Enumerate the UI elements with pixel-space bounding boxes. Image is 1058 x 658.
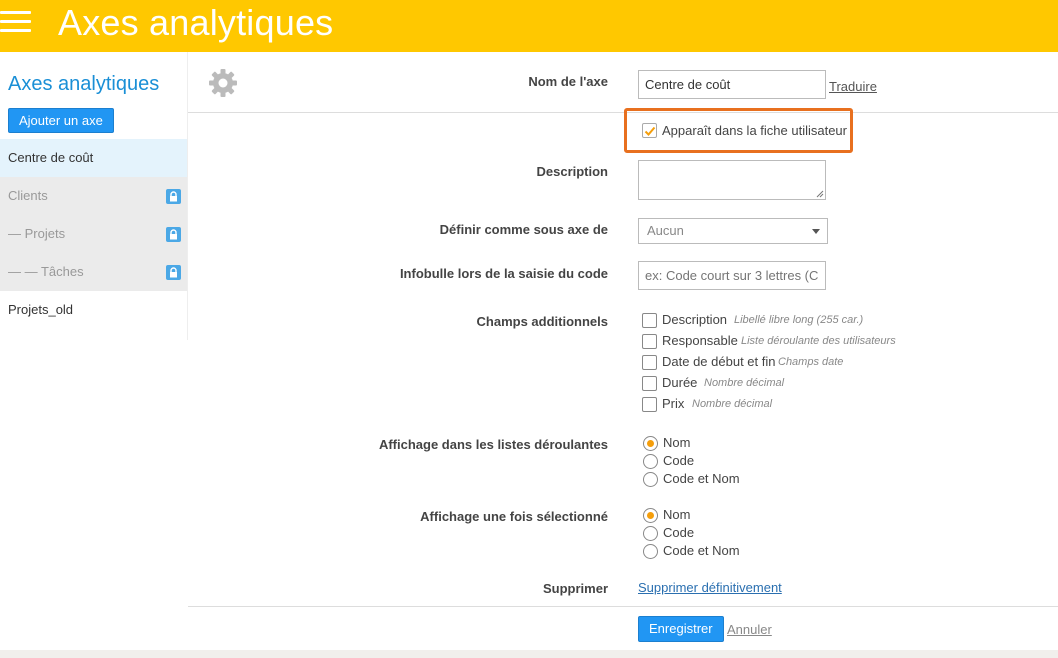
translate-link[interactable]: Traduire [829,79,877,94]
extra-field-hint: Nombre décimal [692,398,773,410]
axis-name-input[interactable]: Centre de coût [638,70,826,99]
extra-field-hint: Libellé libre long (255 car.) [734,314,864,326]
radio-label: Code et Nom [663,471,740,486]
extra-field-label: Date de début et fin [662,354,776,369]
extra-fields-label: Champs additionnels [476,314,608,329]
chevron-down-icon [812,229,820,234]
footer-divider [188,606,1058,607]
extra-field-label: Description [662,312,728,327]
bottom-strip [0,650,1058,658]
sidebar: Axes analytiques Ajouter un axe Centre d… [0,52,188,340]
axis-name-label: Nom de l'axe [528,74,608,89]
extra-field-hint: Liste déroulante des utilisateurs [741,335,896,347]
axis-item-label: — Projets [8,226,66,241]
dropdown-display-label: Affichage dans les listes déroulantes [378,437,608,452]
axis-list: Centre de coût Clients — Projets — — Tâc… [0,139,187,329]
lock-icon [166,227,181,242]
extra-field-label: Durée [662,375,698,390]
add-axis-button[interactable]: Ajouter un axe [8,108,114,133]
app-title: Axes analytiques [58,2,334,43]
extra-field-prix-checkbox[interactable] [642,397,657,412]
axis-item-label: — — Tâches [8,264,84,279]
resize-grip-icon[interactable] [816,190,824,198]
header-divider [188,112,1058,113]
selected-display-code-radio[interactable] [643,526,658,541]
extra-field-label: Prix [662,396,685,411]
axis-item-projets[interactable]: — Projets [0,215,187,253]
sub-axis-selected-value: Aucun [647,223,684,238]
lock-icon [166,189,181,204]
extra-field-description-checkbox[interactable] [642,313,657,328]
axis-item-projets-old[interactable]: Projets_old [0,291,187,329]
delete-permanently-link[interactable]: Supprimer définitivement [638,580,782,595]
cancel-link[interactable]: Annuler [727,622,772,637]
extra-field-label: Responsable [662,333,738,348]
tooltip-input[interactable] [638,261,826,290]
axis-item-taches[interactable]: — — Tâches [0,253,187,291]
axis-item-clients[interactable]: Clients [0,177,187,215]
hamburger-menu-icon[interactable] [0,11,31,33]
axis-item-centre-de-cout[interactable]: Centre de coût [0,139,187,177]
extra-field-duree-checkbox[interactable] [642,376,657,391]
axis-item-label: Clients [8,188,48,203]
visible-in-user-profile-checkbox[interactable] [642,123,657,138]
delete-label: Supprimer [542,581,608,596]
top-header-bar: Axes analytiques [0,0,1058,52]
extra-field-responsable-checkbox[interactable] [642,334,657,349]
selected-display-code-et-nom-radio[interactable] [643,544,658,559]
lock-icon [166,265,181,280]
extra-field-hint: Champs date [778,356,844,368]
description-textarea[interactable] [638,160,826,200]
dropdown-display-code-et-nom-radio[interactable] [643,472,658,487]
tooltip-label: Infobulle lors de la saisie du code [399,266,608,281]
save-button[interactable]: Enregistrer [638,616,724,642]
radio-label: Nom [663,435,691,450]
sub-axis-select[interactable]: Aucun [638,218,828,244]
radio-label: Code [663,525,695,540]
axis-item-label: Projets_old [8,302,74,317]
extra-field-hint: Nombre décimal [704,377,785,389]
sidebar-title: Axes analytiques [8,73,160,95]
extra-field-dates-checkbox[interactable] [642,355,657,370]
dropdown-display-code-radio[interactable] [643,454,658,469]
radio-label: Code et Nom [663,543,740,558]
selected-display-nom-radio[interactable] [643,508,658,523]
description-label: Description [536,164,608,179]
sub-axis-label: Définir comme sous axe de [439,222,608,237]
visible-in-user-profile-label: Apparaît dans la fiche utilisateur [662,123,847,138]
axis-item-label: Centre de coût [8,150,94,165]
dropdown-display-nom-radio[interactable] [643,436,658,451]
radio-label: Nom [663,507,691,522]
selected-display-label: Affichage une fois sélectionné [420,509,608,524]
radio-label: Code [663,453,695,468]
